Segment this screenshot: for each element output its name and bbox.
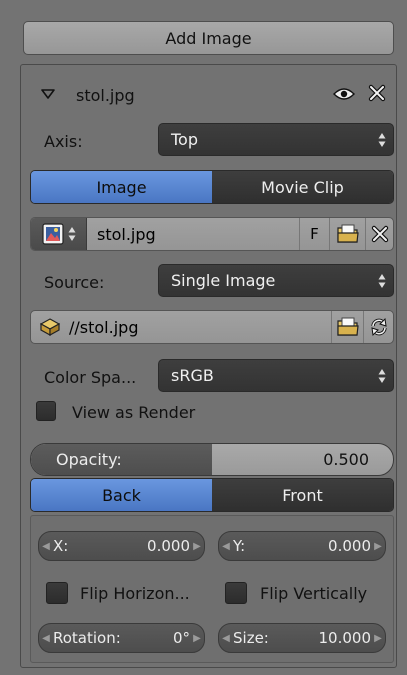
offset-x-field[interactable]: ◀ X: 0.000 ▶ [38, 531, 205, 561]
axis-dropdown[interactable]: Top [158, 123, 394, 156]
fake-user-button[interactable]: F [299, 218, 329, 250]
tab-back[interactable]: Back [31, 479, 212, 511]
offset-x-label: X: [53, 537, 69, 555]
tab-movie-clip-label: Movie Clip [261, 177, 344, 197]
updown-arrows-icon [378, 368, 386, 383]
tab-image-label: Image [96, 177, 147, 197]
tab-front[interactable]: Front [212, 479, 393, 511]
color-space-label: Color Spa... [44, 367, 137, 387]
source-value: Single Image [171, 271, 276, 290]
decrement-icon[interactable]: ◀ [39, 633, 53, 644]
rotation-label: Rotation: [53, 629, 121, 647]
updown-arrows-icon [378, 273, 386, 288]
opacity-value: 0.500 [323, 450, 369, 469]
updown-arrows-icon [68, 227, 75, 241]
triangle-down-icon [41, 89, 55, 99]
packed-file-button[interactable] [31, 311, 69, 343]
decrement-icon[interactable]: ◀ [39, 541, 53, 552]
source-type-tabs: Image Movie Clip [30, 170, 394, 204]
filepath-row: //stol.jpg [30, 310, 394, 344]
image-name-field[interactable]: stol.jpg [87, 218, 299, 250]
offset-y-value: 0.000 [328, 537, 371, 555]
flip-vertical-checkbox[interactable] [225, 582, 247, 604]
axis-label: Axis: [44, 131, 83, 151]
browse-file-button[interactable] [331, 311, 363, 343]
flip-horizontal-checkbox[interactable] [46, 582, 68, 604]
image-datablock-row: stol.jpg F [30, 217, 394, 251]
rotation-field[interactable]: ◀ Rotation: 0° ▶ [38, 623, 205, 653]
size-label: Size: [233, 629, 269, 647]
image-name-value: stol.jpg [97, 224, 156, 244]
offset-y-field[interactable]: ◀ Y: 0.000 ▶ [218, 531, 386, 561]
tab-movie-clip[interactable]: Movie Clip [212, 171, 393, 203]
package-icon [40, 318, 60, 336]
unlink-image-button[interactable] [365, 218, 393, 250]
offset-y-label: Y: [233, 537, 246, 555]
rotation-value: 0° [172, 629, 190, 647]
increment-icon[interactable]: ▶ [190, 541, 204, 552]
flip-vertical-label: Flip Vertically [260, 583, 368, 603]
visibility-toggle[interactable] [332, 83, 356, 105]
opacity-slider[interactable]: Opacity: 0.500 [30, 443, 394, 476]
filepath-value: //stol.jpg [69, 317, 139, 337]
reload-button[interactable] [363, 311, 393, 343]
offset-x-value: 0.000 [147, 537, 190, 555]
increment-icon[interactable]: ▶ [371, 541, 385, 552]
increment-icon[interactable]: ▶ [371, 633, 385, 644]
increment-icon[interactable]: ▶ [190, 633, 204, 644]
view-as-render-label: View as Render [72, 402, 196, 422]
draw-depth-tabs: Back Front [30, 478, 394, 512]
image-browse-button[interactable] [31, 218, 87, 250]
tab-back-label: Back [102, 485, 141, 505]
view-as-render-checkbox[interactable] [36, 401, 56, 421]
decrement-icon[interactable]: ◀ [219, 541, 233, 552]
filepath-field[interactable]: //stol.jpg [69, 311, 331, 343]
add-image-button[interactable]: Add Image [23, 21, 394, 55]
eye-icon [333, 88, 355, 100]
opacity-label: Opacity: [56, 450, 122, 469]
fake-user-label: F [310, 225, 319, 243]
image-icon [41, 223, 64, 245]
reload-icon [370, 317, 387, 337]
open-image-button[interactable] [329, 218, 365, 250]
updown-arrows-icon [378, 132, 386, 147]
source-dropdown[interactable]: Single Image [158, 264, 394, 297]
panel-title: stol.jpg [76, 85, 135, 105]
folder-icon [336, 224, 359, 243]
source-label: Source: [44, 272, 105, 292]
size-field[interactable]: ◀ Size: 10.000 ▶ [218, 623, 386, 653]
close-icon [368, 84, 386, 102]
axis-value: Top [171, 130, 198, 149]
decrement-icon[interactable]: ◀ [219, 633, 233, 644]
flip-horizontal-label: Flip Horizon... [80, 583, 190, 603]
tab-image[interactable]: Image [31, 171, 212, 203]
remove-image-button[interactable] [366, 82, 388, 104]
color-space-value: sRGB [171, 366, 214, 385]
collapse-toggle[interactable] [38, 84, 58, 104]
add-image-label: Add Image [165, 28, 252, 48]
close-icon [371, 225, 388, 243]
size-value: 10.000 [318, 629, 372, 647]
color-space-dropdown[interactable]: sRGB [158, 359, 394, 392]
tab-front-label: Front [282, 485, 323, 505]
folder-icon [336, 317, 359, 336]
